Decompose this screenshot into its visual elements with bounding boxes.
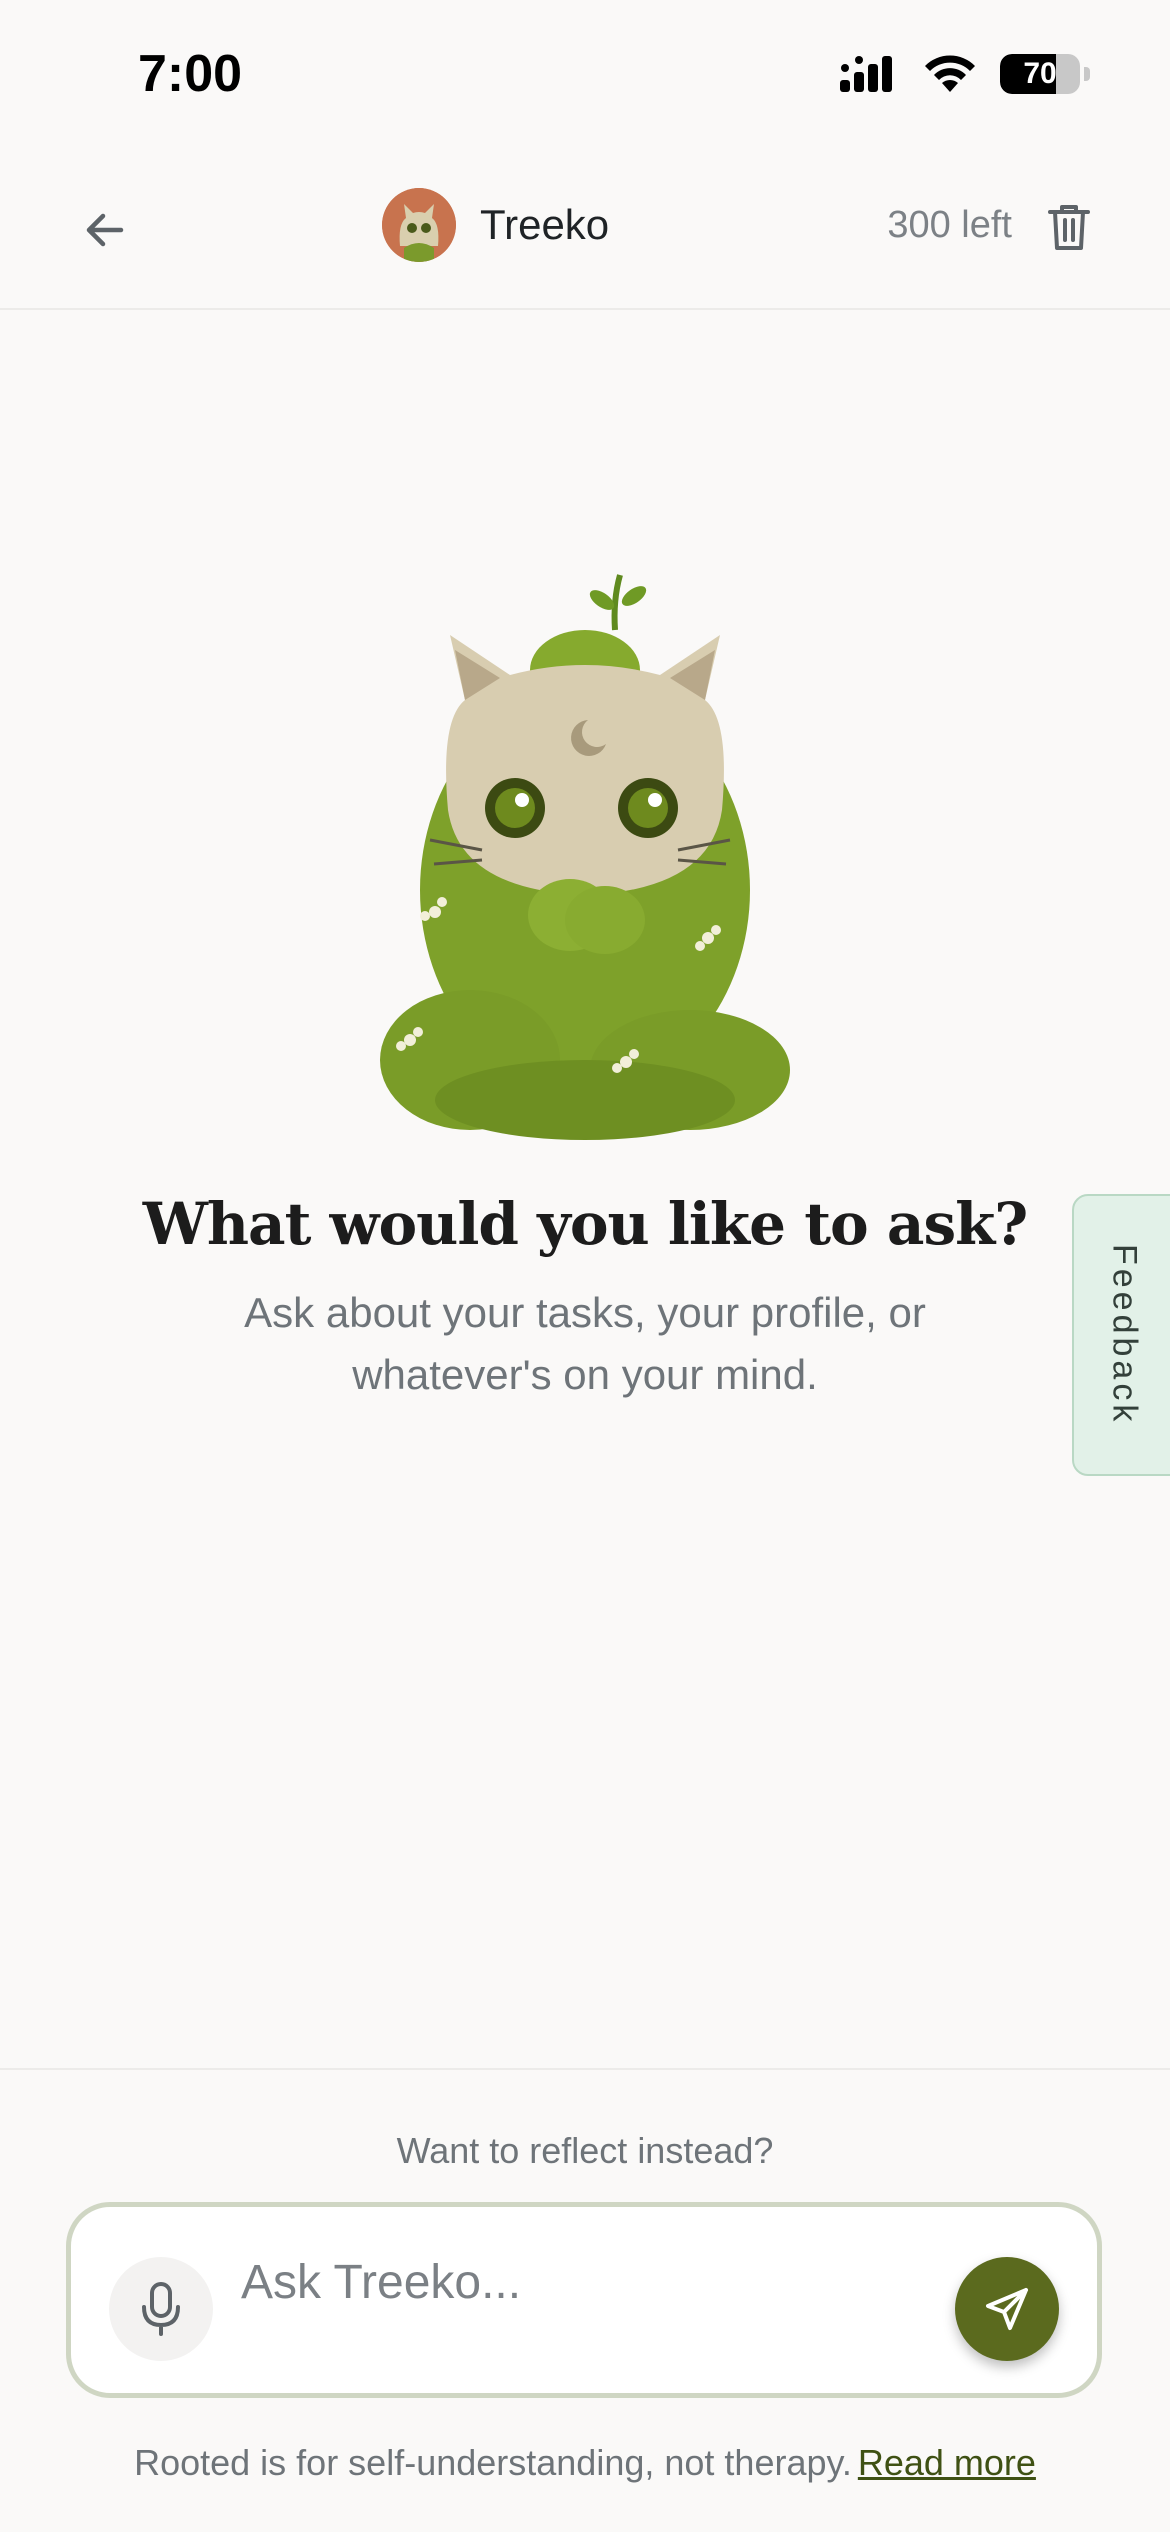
composer-area: Want to reflect instead? Rooted is for s… (0, 2068, 1170, 2532)
header-title-group: Treeko (382, 188, 609, 262)
status-icons: 70 (838, 54, 1090, 94)
battery-nub (1084, 67, 1090, 81)
delete-button[interactable] (1036, 194, 1102, 260)
arrow-left-icon (86, 213, 124, 247)
moss-cat-mascot (380, 574, 790, 1140)
back-button[interactable] (70, 195, 140, 265)
wifi-icon (925, 55, 975, 92)
message-input[interactable] (241, 2247, 841, 2317)
cellular-signal-icon (840, 56, 892, 92)
header-title: Treeko (480, 201, 610, 248)
feedback-label: Feedback (1105, 1244, 1144, 1426)
send-icon (986, 2288, 1028, 2330)
prompt-title: What would you like to ask? (142, 1190, 1029, 1258)
message-input-box (66, 2202, 1102, 2398)
reflect-instead-link[interactable]: Want to reflect instead? (0, 2130, 1170, 2172)
disclaimer: Rooted is for self-understanding, not th… (0, 2442, 1170, 2484)
remaining-count: 300 left (887, 204, 1012, 246)
send-button[interactable] (955, 2257, 1059, 2361)
battery-level: 70 (1023, 57, 1057, 90)
microphone-icon (142, 2282, 180, 2336)
avatar (382, 188, 456, 262)
chat-header: Treeko 300 left (0, 150, 1170, 310)
feedback-tab[interactable]: Feedback (1072, 1194, 1170, 1476)
status-bar: 7:00 70 (0, 0, 1170, 150)
treeko-avatar-icon (382, 188, 456, 262)
status-time: 7:00 (138, 45, 243, 103)
disclaimer-text: Rooted is for self-understanding, not th… (134, 2442, 852, 2483)
trash-icon (1048, 205, 1090, 250)
prompt-subtitle: Ask about your tasks, your profile, or w… (244, 1289, 926, 1398)
battery-icon: 70 (1000, 54, 1080, 94)
read-more-link[interactable]: Read more (858, 2442, 1036, 2483)
microphone-button[interactable] (109, 2257, 213, 2361)
